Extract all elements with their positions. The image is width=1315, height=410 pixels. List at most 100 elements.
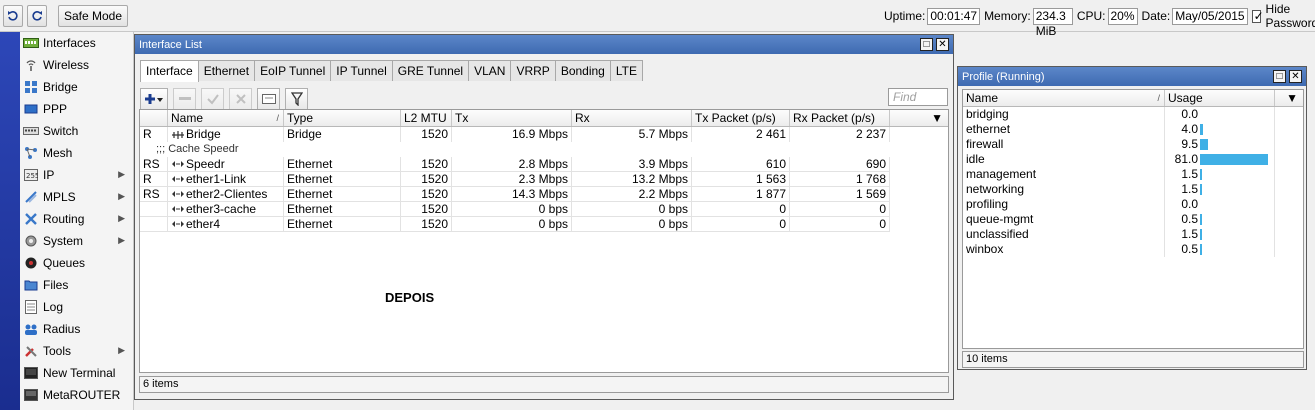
col-flags[interactable] [140, 110, 168, 126]
col-rx-packet[interactable]: Rx Packet (p/s) [790, 110, 890, 126]
profile-usage: 1.5 [1165, 182, 1275, 197]
tab-interface[interactable]: Interface [140, 60, 199, 82]
row-rx: 0 bps [572, 217, 692, 232]
row-tx: 2.3 Mbps [452, 172, 572, 187]
table-row[interactable]: idle 81.0 [963, 152, 1303, 167]
submenu-arrow-icon: ▶ [118, 191, 125, 201]
sidebar-item-ip[interactable]: 255 IP ▶ [20, 164, 133, 186]
table-row[interactable]: RS ether2-Clientes Ethernet 1520 14.3 Mb… [140, 187, 948, 202]
table-row[interactable]: winbox 0.5 [963, 242, 1303, 257]
tab-bonding[interactable]: Bonding [554, 60, 611, 81]
close-button[interactable]: ✕ [1289, 70, 1302, 83]
row-flags: R [140, 172, 168, 187]
table-row[interactable]: ether3-cache Ethernet 1520 0 bps 0 bps 0… [140, 202, 948, 217]
sort-icon: / [276, 113, 279, 123]
col-l2mtu[interactable]: L2 MTU [401, 110, 452, 126]
profile-name: winbox [963, 242, 1165, 257]
maximize-button[interactable]: □ [1273, 70, 1286, 83]
sidebar-item-new-terminal[interactable]: New Terminal [20, 362, 133, 384]
tab-gre-tunnel[interactable]: GRE Tunnel [391, 60, 470, 81]
table-row[interactable]: queue-mgmt 0.5 [963, 212, 1303, 227]
disable-button[interactable] [229, 88, 252, 110]
sidebar-item-label: MPLS [43, 190, 76, 204]
sidebar-item-ppp[interactable]: PPP [20, 98, 133, 120]
mpls-icon [23, 190, 39, 204]
sidebar-item-queues[interactable]: Queues [20, 252, 133, 274]
table-row[interactable]: unclassified 1.5 [963, 227, 1303, 242]
interface-tabs: Interface Ethernet EoIP Tunnel IP Tunnel… [140, 60, 643, 82]
row-name: ether2-Clientes [168, 187, 284, 202]
sidebar-item-routing[interactable]: Routing ▶ [20, 208, 133, 230]
sidebar-item-mpls[interactable]: MPLS ▶ [20, 186, 133, 208]
tab-eoip-tunnel[interactable]: EoIP Tunnel [254, 60, 332, 81]
sidebar-item-switch[interactable]: Switch [20, 120, 133, 142]
col-usage[interactable]: Usage [1165, 90, 1275, 106]
find-input[interactable]: Find [888, 88, 948, 106]
redo-button[interactable] [27, 5, 47, 27]
col-chooser[interactable]: ▼ [1275, 90, 1303, 106]
col-tx-packet[interactable]: Tx Packet (p/s) [692, 110, 790, 126]
close-button[interactable]: ✕ [936, 38, 949, 51]
sidebar-item-mesh[interactable]: Mesh [20, 142, 133, 164]
hide-passwords-label: Hide Passwords [1265, 2, 1315, 30]
col-name[interactable]: Name / [963, 90, 1165, 106]
sidebar-item-bridge[interactable]: Bridge [20, 76, 133, 98]
table-row[interactable]: RS Speedr Ethernet 1520 2.8 Mbps 3.9 Mbp… [140, 157, 948, 172]
sidebar-item-system[interactable]: System ▶ [20, 230, 133, 252]
x-icon [235, 94, 246, 104]
table-row[interactable]: networking 1.5 [963, 182, 1303, 197]
table-row[interactable]: R ether1-Link Ethernet 1520 2.3 Mbps 13.… [140, 172, 948, 187]
safe-mode-button[interactable]: Safe Mode [58, 5, 128, 27]
table-row[interactable]: ethernet 4.0 [963, 122, 1303, 137]
hide-passwords-checkbox[interactable] [1251, 9, 1264, 23]
maximize-button[interactable]: □ [920, 38, 933, 51]
ppp-icon [23, 102, 39, 116]
sidebar-item-wireless[interactable]: Wireless [20, 54, 133, 76]
row-type: Ethernet [284, 172, 401, 187]
sidebar-item-interfaces[interactable]: Interfaces [20, 32, 133, 54]
undo-button[interactable] [3, 5, 23, 27]
sidebar-item-metarouter[interactable]: MetaROUTER [20, 384, 133, 406]
sidebar-item-label: Switch [43, 124, 79, 138]
sidebar-item-label: MetaROUTER [43, 388, 121, 402]
tab-lte[interactable]: LTE [609, 60, 643, 81]
sidebar-item-label: Log [43, 300, 64, 314]
comment-button[interactable] [257, 88, 280, 110]
enable-button[interactable] [201, 88, 224, 110]
col-tx[interactable]: Tx [452, 110, 572, 126]
table-row[interactable]: ether4 Ethernet 1520 0 bps 0 bps 0 0 [140, 217, 948, 232]
tab-vlan[interactable]: VLAN [468, 60, 512, 81]
tab-ethernet[interactable]: Ethernet [197, 60, 256, 81]
table-row[interactable]: firewall 9.5 [963, 137, 1303, 152]
col-chooser[interactable]: ▼ [890, 110, 948, 126]
filter-button[interactable] [285, 88, 308, 110]
table-row[interactable]: management 1.5 [963, 167, 1303, 182]
profile-name: firewall [963, 137, 1165, 152]
sidebar-item-label: Bridge [43, 80, 78, 94]
sidebar-item-tools[interactable]: Tools ▶ [20, 340, 133, 362]
table-row[interactable]: R Bridge Bridge 1520 16.9 Mbps 5.7 Mbps … [140, 127, 948, 142]
sidebar-item-files[interactable]: Files [20, 274, 133, 296]
table-row[interactable]: bridging 0.0 [963, 107, 1303, 122]
sidebar-item-log[interactable]: Log [20, 296, 133, 318]
tab-ip-tunnel[interactable]: IP Tunnel [330, 60, 393, 81]
profile-usage: 0.0 [1165, 107, 1275, 122]
table-comment-row[interactable]: ;;; Cache Speedr [140, 142, 948, 157]
profile-usage: 1.5 [1165, 227, 1275, 242]
interface-list-titlebar[interactable]: Interface List □ ✕ [135, 35, 953, 54]
col-type[interactable]: Type [284, 110, 401, 126]
row-mtu: 1520 [401, 157, 452, 172]
plus-icon [145, 94, 163, 104]
profile-titlebar[interactable]: Profile (Running) □ ✕ [958, 67, 1306, 86]
tab-vrrp[interactable]: VRRP [510, 60, 556, 81]
col-rx[interactable]: Rx [572, 110, 692, 126]
row-rx-packet: 690 [790, 157, 890, 172]
profile-name: networking [963, 182, 1165, 197]
usage-value: 0.0 [1181, 197, 1198, 211]
col-name[interactable]: Name / [168, 110, 284, 126]
remove-button[interactable] [173, 88, 196, 110]
log-icon [23, 300, 39, 314]
add-button[interactable] [140, 88, 168, 110]
sidebar-item-radius[interactable]: Radius [20, 318, 133, 340]
table-row[interactable]: profiling 0.0 [963, 197, 1303, 212]
